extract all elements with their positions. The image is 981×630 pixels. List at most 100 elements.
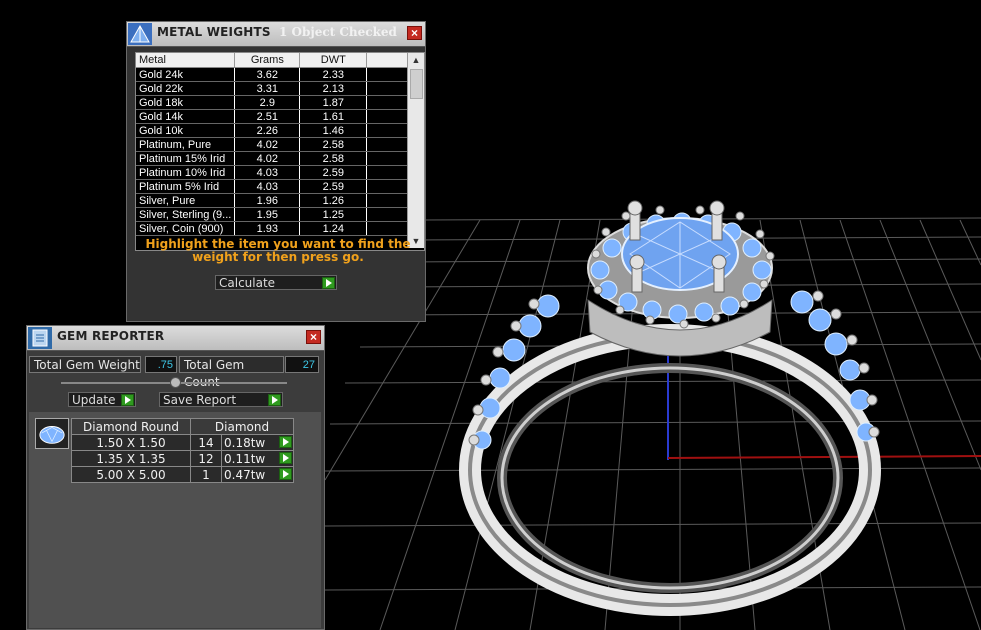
gem-size-cell: 5.00 X 5.00 <box>71 466 191 483</box>
pyramid-icon <box>128 23 152 45</box>
total-gem-count-value: 27 <box>285 356 319 373</box>
gem-reporter-title: GEM REPORTER <box>57 329 165 343</box>
gem-count-cell: 1 <box>190 466 222 483</box>
metal-cell: Gold 10k <box>136 123 236 138</box>
metal-cell: Platinum 15% Irid <box>136 151 236 166</box>
close-button[interactable]: × <box>407 26 422 40</box>
empty-cell <box>366 81 411 96</box>
metal-weights-title: METAL WEIGHTS <box>157 25 271 39</box>
table-row[interactable]: 1.35 X 1.35 12 0.11tw <box>71 450 294 467</box>
gem-size-cell: 1.35 X 1.35 <box>71 450 191 467</box>
table-row[interactable]: Platinum 5% Irid 4.03 2.59 <box>136 179 411 194</box>
column-header-dwt[interactable]: DWT <box>299 53 368 68</box>
table-row[interactable]: Gold 14k 2.51 1.61 <box>136 109 411 124</box>
table-row[interactable]: Platinum, Pure 4.02 2.58 <box>136 137 411 152</box>
column-header-grams[interactable]: Grams <box>234 53 301 68</box>
table-row[interactable]: Gold 24k 3.62 2.33 <box>136 67 411 82</box>
empty-cell <box>366 109 411 124</box>
go-arrow-icon[interactable] <box>279 452 292 464</box>
grams-cell: 4.03 <box>234 165 301 180</box>
metal-weights-panel: METAL WEIGHTS 1 Object Checked × Metal G… <box>126 21 426 322</box>
grams-cell: 2.51 <box>234 109 301 124</box>
gem-count-cell: 14 <box>190 434 222 451</box>
dwt-cell: 1.87 <box>299 95 368 110</box>
go-arrow-icon[interactable] <box>322 277 335 289</box>
table-row[interactable]: Platinum 10% Irid 4.03 2.59 <box>136 165 411 180</box>
grams-cell: 1.96 <box>234 193 301 208</box>
gem-report-icon <box>28 327 52 349</box>
grams-cell: 1.93 <box>234 221 301 236</box>
dwt-cell: 2.33 <box>299 67 368 82</box>
gem-weight-value: 0.18tw <box>224 435 266 450</box>
calculate-label: Calculate <box>219 276 276 290</box>
scroll-thumb[interactable] <box>410 69 423 99</box>
metal-weights-table[interactable]: Metal Grams DWT Gold 24k 3.62 2.33 Gold 22k… <box>135 52 425 251</box>
scroll-up-icon[interactable]: ▲ <box>408 53 424 67</box>
table-row[interactable]: Gold 18k 2.9 1.87 <box>136 95 411 110</box>
gem-reporter-panel: GEM REPORTER × Total Gem Weight .75 Tota… <box>26 325 325 630</box>
go-arrow-icon[interactable] <box>121 394 134 406</box>
objects-checked-status: 1 Object Checked <box>279 25 397 39</box>
metal-cell: Silver, Coin (900) <box>136 221 236 236</box>
table-row[interactable]: Silver, Sterling (9... 1.95 1.25 <box>136 207 411 222</box>
grams-cell: 3.31 <box>234 81 301 96</box>
go-arrow-icon[interactable] <box>279 468 292 480</box>
dwt-cell: 1.46 <box>299 123 368 138</box>
table-row[interactable]: Gold 10k 2.26 1.46 <box>136 123 411 138</box>
dwt-cell: 2.59 <box>299 165 368 180</box>
table-row[interactable]: 1.50 X 1.50 14 0.18tw <box>71 434 294 451</box>
close-button[interactable]: × <box>306 330 321 344</box>
grams-cell: 4.02 <box>234 137 301 152</box>
empty-cell <box>366 67 411 82</box>
grams-cell: 2.26 <box>234 123 301 138</box>
table-scrollbar[interactable]: ▲ ▼ <box>407 53 424 248</box>
save-report-button[interactable]: Save Report <box>159 392 283 407</box>
round-diamond-icon[interactable] <box>35 418 69 449</box>
dwt-cell: 2.58 <box>299 137 368 152</box>
gem-weight-cell: 0.47tw <box>221 466 294 483</box>
metal-weights-titlebar[interactable]: METAL WEIGHTS 1 Object Checked × <box>127 22 425 47</box>
empty-cell <box>366 179 411 194</box>
empty-cell <box>366 95 411 110</box>
table-header-row: Diamond Round Diamond <box>71 418 294 435</box>
grams-cell: 3.62 <box>234 67 301 82</box>
gem-weight-cell: 0.18tw <box>221 434 294 451</box>
metal-cell: Gold 22k <box>136 81 236 96</box>
table-row[interactable]: Silver, Pure 1.96 1.26 <box>136 193 411 208</box>
grams-cell: 2.9 <box>234 95 301 110</box>
dwt-cell: 1.24 <box>299 221 368 236</box>
total-gem-count-label: Total Gem Count <box>179 356 284 389</box>
empty-cell <box>366 151 411 166</box>
gem-size-cell: 1.50 X 1.50 <box>71 434 191 451</box>
table-row[interactable]: Platinum 15% Irid 4.02 2.58 <box>136 151 411 166</box>
go-arrow-icon[interactable] <box>268 394 281 406</box>
empty-cell <box>366 193 411 208</box>
go-arrow-icon[interactable] <box>279 436 292 448</box>
dwt-cell: 2.58 <box>299 151 368 166</box>
gem-weight-cell: 0.11tw <box>221 450 294 467</box>
metal-cell: Silver, Sterling (9... <box>136 207 236 222</box>
empty-cell <box>366 165 411 180</box>
dwt-cell: 2.59 <box>299 179 368 194</box>
table-row[interactable]: 5.00 X 5.00 1 0.47tw <box>71 466 294 483</box>
total-gem-weight-label: Total Gem Weight <box>29 356 141 373</box>
grams-cell: 1.95 <box>234 207 301 222</box>
gem-reporter-titlebar[interactable]: GEM REPORTER × <box>27 326 324 351</box>
table-row[interactable]: Silver, Coin (900) 1.93 1.24 <box>136 221 411 236</box>
update-label: Update <box>72 393 116 407</box>
metal-cell: Gold 18k <box>136 95 236 110</box>
column-header-diamond-round: Diamond Round <box>71 418 191 435</box>
empty-cell <box>366 137 411 152</box>
instruction-message: Highlight the item you want to find the … <box>145 237 411 264</box>
column-header-metal[interactable]: Metal <box>136 53 236 68</box>
empty-cell <box>366 221 411 236</box>
calculate-button[interactable]: Calculate <box>215 275 337 290</box>
table-row[interactable]: Gold 22k 3.31 2.13 <box>136 81 411 96</box>
update-button[interactable]: Update <box>68 392 136 407</box>
empty-cell <box>366 207 411 222</box>
metal-cell: Silver, Pure <box>136 193 236 208</box>
slider-handle[interactable] <box>170 377 181 388</box>
gem-report-table[interactable]: Diamond Round Diamond 1.50 X 1.50 14 0.18t… <box>71 418 294 483</box>
column-header-empty <box>366 53 411 68</box>
dwt-cell: 2.13 <box>299 81 368 96</box>
